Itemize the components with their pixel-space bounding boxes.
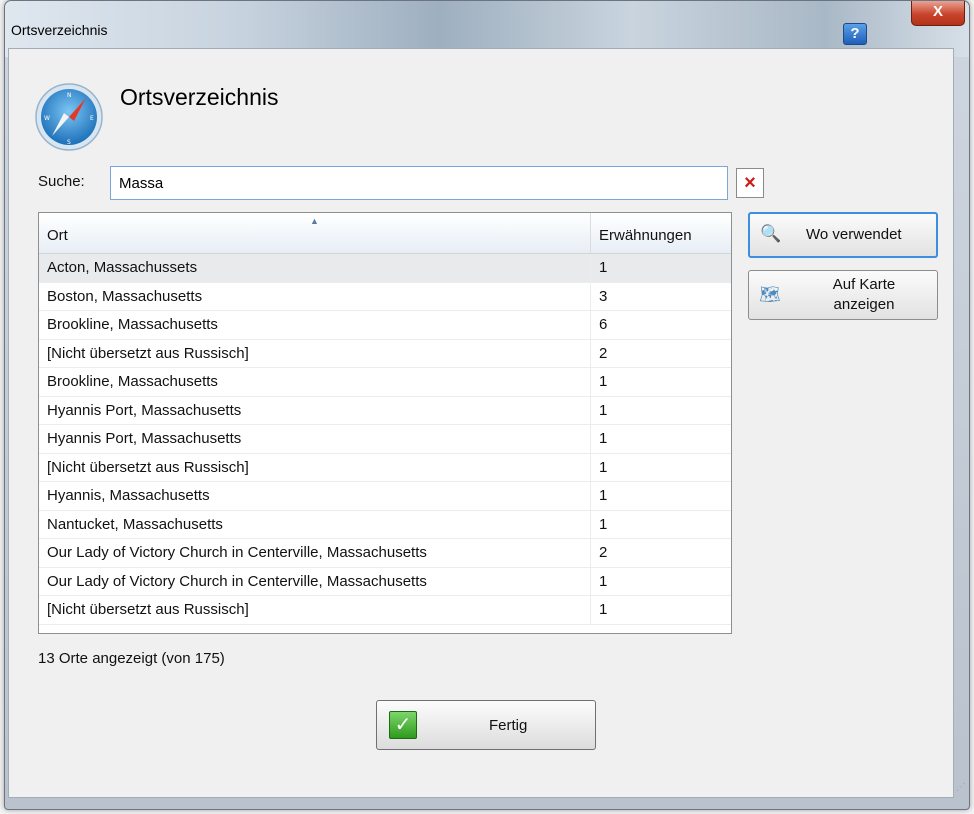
cell-place: Hyannis Port, Massachusetts — [47, 401, 242, 419]
cell-mentions: 1 — [599, 458, 608, 476]
table-row[interactable]: [Nicht übersetzt aus Russisch] 2 — [39, 339, 731, 368]
column-header-mentions[interactable]: Erwähnungen — [599, 213, 727, 253]
show-on-map-label: Auf Karte anzeigen — [832, 276, 896, 313]
places-table: ▲ Ort Erwähnungen Acton, Massachussets 1 B… — [38, 212, 732, 634]
cell-mentions: 1 — [599, 259, 608, 276]
cell-place: Acton, Massachussets — [47, 259, 198, 276]
table-row[interactable]: Brookline, Massachusetts 1 — [39, 368, 731, 397]
column-divider — [590, 254, 591, 282]
help-button[interactable]: ? — [843, 23, 867, 45]
column-divider — [590, 282, 591, 310]
column-divider — [590, 425, 591, 453]
cell-place: [Nicht übersetzt aus Russisch] — [47, 601, 249, 618]
cell-mentions: 1 — [599, 515, 608, 533]
compass-icon: N S W E — [35, 83, 103, 151]
cell-place: Our Lady of Victory Church in Centervill… — [47, 572, 427, 590]
search-label: Suche: — [38, 173, 85, 190]
cell-place: [Nicht übersetzt aus Russisch] — [47, 344, 249, 362]
column-divider — [590, 510, 591, 538]
done-label: Fertig — [489, 717, 528, 734]
world-map-icon: 🗺 — [759, 285, 781, 304]
table-row[interactable]: Acton, Massachussets 1 — [39, 254, 731, 283]
clear-search-button[interactable]: × — [736, 168, 764, 198]
column-divider — [590, 396, 591, 424]
cell-place: Nantucket, Massachusetts — [47, 515, 223, 533]
cell-place: Hyannis Port, Massachusetts — [47, 430, 242, 447]
column-divider — [590, 453, 591, 481]
column-header-place[interactable]: Ort — [47, 213, 587, 253]
where-used-button[interactable]: 🔍 Wo verwendet — [748, 212, 938, 258]
table-row[interactable]: Brookline, Massachusetts 6 — [39, 311, 731, 340]
cell-place: [Nicht übersetzt aus Russisch] — [47, 458, 249, 476]
done-button[interactable]: ✓ Fertig — [376, 700, 596, 750]
table-row[interactable]: Hyannis Port, Massachusetts 1 — [39, 396, 731, 425]
where-used-label: Wo verwendet — [806, 226, 902, 243]
table-row[interactable]: Hyannis, Massachusetts 1 — [39, 482, 731, 511]
cell-mentions: 1 — [599, 601, 608, 618]
column-divider — [590, 339, 591, 367]
cell-place: Hyannis, Massachusetts — [47, 487, 210, 504]
cell-mentions: 1 — [599, 373, 608, 390]
table-header: ▲ Ort Erwähnungen — [39, 213, 731, 254]
column-divider — [590, 311, 591, 339]
cell-mentions: 2 — [599, 544, 608, 561]
search-input[interactable] — [110, 166, 728, 200]
svg-text:S: S — [67, 139, 71, 146]
cell-mentions: 1 — [599, 430, 608, 447]
table-row[interactable]: [Nicht übersetzt aus Russisch] 1 — [39, 453, 731, 482]
cell-place: Our Lady of Victory Church in Centervill… — [47, 544, 427, 561]
cell-place: Boston, Massachusetts — [47, 287, 203, 305]
table-row[interactable]: Nantucket, Massachusetts 1 — [39, 510, 731, 539]
column-divider — [590, 368, 591, 396]
table-body: Acton, Massachussets 1 Boston, Massachuset… — [39, 254, 731, 625]
cell-place: Brookline, Massachusetts — [47, 316, 218, 333]
checkmark-icon: ✓ — [389, 711, 417, 739]
cell-mentions: 6 — [599, 316, 608, 333]
svg-text:N: N — [67, 92, 72, 99]
table-row[interactable]: Our Lady of Victory Church in Centervill… — [39, 539, 731, 568]
table-row[interactable]: Hyannis Port, Massachusetts 1 — [39, 425, 731, 454]
page-title: Ortsverzeichnis — [120, 84, 279, 110]
table-row[interactable]: [Nicht übersetzt aus Russisch] 1 — [39, 596, 731, 625]
svg-text:W: W — [44, 115, 50, 122]
cell-mentions: 1 — [599, 401, 608, 419]
column-divider — [590, 596, 591, 624]
window-title: Ortsverzeichnis — [11, 22, 108, 38]
svg-text:E: E — [90, 115, 94, 122]
magnifier-globe-icon: 🔍 — [760, 224, 782, 243]
cell-mentions: 1 — [599, 487, 608, 504]
cell-place: Brookline, Massachusetts — [47, 373, 218, 390]
column-divider[interactable] — [590, 213, 591, 253]
cell-mentions: 2 — [599, 344, 608, 362]
show-on-map-button[interactable]: 🗺 Auf Karte anzeigen — [748, 270, 938, 320]
column-divider — [590, 567, 591, 595]
table-row[interactable]: Boston, Massachusetts 3 — [39, 282, 731, 311]
cell-mentions: 3 — [599, 287, 608, 305]
resize-grip-icon[interactable]: ⋰ — [956, 782, 966, 793]
cell-mentions: 1 — [599, 572, 608, 590]
column-divider — [590, 539, 591, 567]
table-row[interactable]: Our Lady of Victory Church in Centervill… — [39, 567, 731, 596]
close-button[interactable]: X — [911, 1, 965, 26]
column-divider — [590, 482, 591, 510]
status-text: 13 Orte angezeigt (von 175) — [38, 650, 225, 667]
